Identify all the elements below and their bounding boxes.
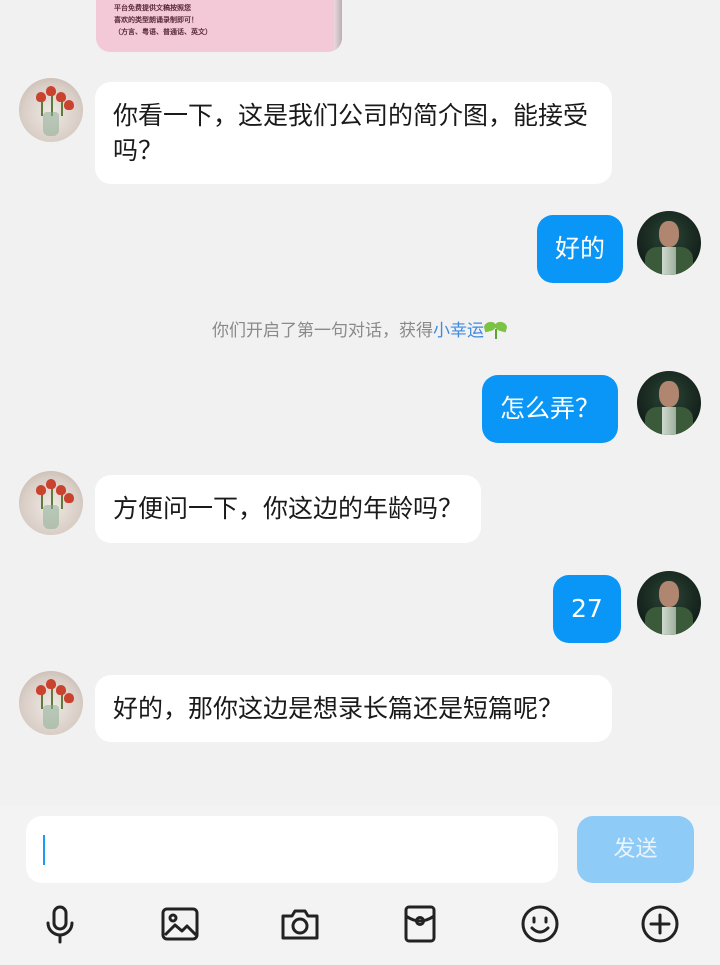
send-button[interactable]: 发送 — [577, 816, 694, 883]
message-text: 27 — [571, 594, 603, 623]
message-bubble[interactable]: 怎么弄？ — [482, 375, 619, 443]
contact-avatar[interactable] — [19, 671, 83, 735]
message-text: 好的 — [555, 234, 606, 263]
message-bubble[interactable]: 好的，那你这边是想录长篇还是短篇呢？ — [95, 675, 612, 742]
intro-image-figure — [334, 0, 342, 52]
notice-text: 你们开启了第一句对话，获得 — [212, 321, 433, 341]
message-bubble[interactable]: 好的 — [537, 215, 624, 283]
red-packet-icon[interactable] — [398, 902, 442, 946]
message-bubble[interactable]: 方便问一下，你这边的年龄吗？ — [95, 475, 482, 543]
camera-icon[interactable] — [278, 902, 322, 946]
contact-avatar[interactable] — [19, 78, 83, 142]
lucky-link[interactable]: 小幸运 — [433, 321, 484, 341]
intro-image-line: 喜欢的类型朗诵录制即可！ — [114, 16, 198, 24]
sprout-icon — [484, 320, 508, 340]
intro-image-text: 平台免费提供文稿按照您 喜欢的类型朗诵录制即可！ （方言、粤语、普通话、英文） — [114, 2, 212, 38]
my-avatar[interactable] — [637, 371, 701, 435]
message-text: 你看一下，这是我们公司的简介图，能接受吗？ — [113, 101, 589, 165]
text-caret — [43, 835, 45, 865]
intro-image-line: （方言、粤语、普通话、英文） — [114, 28, 212, 36]
contact-avatar[interactable] — [19, 471, 83, 535]
intro-image-message[interactable]: 平台免费提供文稿按照您 喜欢的类型朗诵录制即可！ （方言、粤语、普通话、英文） — [96, 0, 342, 52]
message-text: 方便问一下，你这边的年龄吗？ — [113, 494, 464, 523]
chat-area: 平台免费提供文稿按照您 喜欢的类型朗诵录制即可！ （方言、粤语、普通话、英文） … — [0, 0, 720, 806]
composer: 发送 — [0, 806, 720, 965]
image-icon[interactable] — [158, 902, 202, 946]
input-toolbar — [0, 902, 720, 946]
my-avatar[interactable] — [637, 571, 701, 635]
intro-image-line: 平台免费提供文稿按照您 — [114, 4, 191, 12]
my-avatar[interactable] — [637, 211, 701, 275]
message-input[interactable] — [26, 816, 558, 883]
system-notice: 你们开启了第一句对话，获得小幸运 — [0, 316, 720, 341]
message-text: 好的，那你这边是想录长篇还是短篇呢？ — [113, 694, 564, 723]
message-text: 怎么弄？ — [500, 394, 601, 423]
message-bubble[interactable]: 27 — [553, 575, 621, 643]
message-bubble[interactable]: 你看一下，这是我们公司的简介图，能接受吗？ — [95, 82, 612, 184]
microphone-icon[interactable] — [38, 902, 82, 946]
emoji-icon[interactable] — [518, 902, 562, 946]
plus-icon[interactable] — [638, 902, 682, 946]
